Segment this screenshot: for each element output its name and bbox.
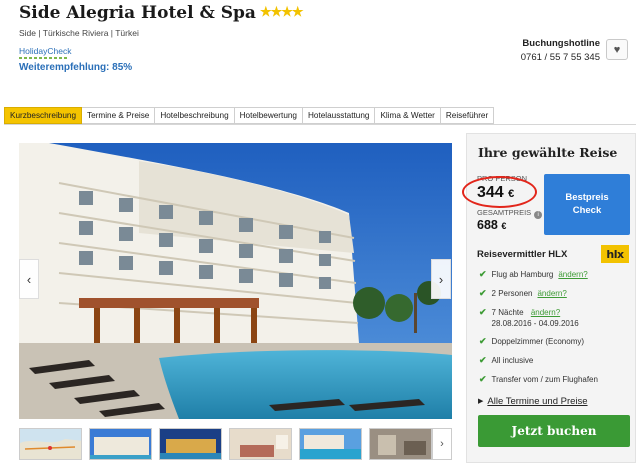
hotline-number: 0761 / 55 7 55 345 — [520, 52, 600, 63]
feature-transfer-text: Transfer vom / zum Flughafen — [491, 375, 598, 384]
feature-room-text: Doppelzimmer (Economy) — [491, 337, 585, 346]
feature-nights: ✔ 7 Nächte ändern? 28.08.2016 - 04.09.20… — [479, 307, 579, 329]
gallery-prev-button[interactable]: ‹ — [19, 259, 39, 299]
travel-agent-label: Reisevermittler HLX — [477, 249, 568, 260]
tab-reisefuehrer[interactable]: Reiseführer — [440, 107, 495, 124]
heart-icon: ♥ — [613, 43, 621, 56]
total-price-label-text: GESAMTPREIS — [477, 208, 532, 217]
best-price-check-button[interactable]: Bestpreis Check — [544, 174, 630, 235]
feature-persons: ✔ 2 Personen ändern? — [479, 288, 567, 299]
all-dates-link[interactable]: ▶ Alle Termine und Preise — [478, 396, 588, 407]
thumbnail-map[interactable] — [19, 428, 82, 460]
holidaycheck-logo: HolidayCheck — [19, 46, 71, 59]
travel-dates: 28.08.2016 - 04.09.2016 — [491, 319, 579, 328]
interior-thumbnail-image — [370, 429, 431, 459]
total-price-value: 688 — [477, 218, 498, 232]
total-price-currency: € — [501, 221, 507, 231]
checkmark-icon: ✔ — [479, 307, 487, 317]
trip-panel-title: Ihre gewählte Reise — [478, 145, 618, 160]
tab-bar: Kurzbeschreibung Termine & Preise Hotelb… — [4, 107, 495, 124]
hotel-location: Side | Türkische Riviera | Türkei — [19, 28, 139, 38]
tab-divider — [4, 124, 636, 125]
checkmark-icon: ✔ — [479, 374, 487, 384]
thumbnail-strip — [19, 428, 432, 460]
hotel-title: Side Alegria Hotel & Spa ★★★★ — [19, 3, 304, 23]
hotel-main-photo — [19, 143, 452, 419]
hlx-logo: hlx — [601, 245, 629, 263]
chevron-right-icon: › — [440, 438, 444, 450]
thumbnail-building[interactable] — [89, 428, 152, 460]
tab-hotelbewertung[interactable]: Hotelbewertung — [234, 107, 303, 124]
info-icon[interactable]: i — [534, 211, 543, 219]
change-flight-link[interactable]: ändern? — [558, 270, 587, 279]
feature-board-text: All inclusive — [491, 356, 534, 365]
thumbnail-room[interactable] — [229, 428, 292, 460]
tab-hotelausstattung[interactable]: Hotelausstattung — [302, 107, 376, 124]
price-highlight-circle — [462, 176, 537, 208]
feature-persons-text: 2 Personen — [491, 289, 533, 298]
star-rating-icon: ★★★★ — [259, 5, 304, 20]
thumbnail-pool[interactable] — [299, 428, 362, 460]
thumbnail-evening[interactable] — [159, 428, 222, 460]
thumbnails-next-button[interactable]: › — [432, 428, 452, 460]
tab-kurzbeschreibung[interactable]: Kurzbeschreibung — [4, 107, 82, 124]
chevron-left-icon: ‹ — [26, 271, 32, 287]
all-dates-link-text: Alle Termine und Preise — [487, 396, 588, 407]
total-price: 688 € — [477, 218, 506, 232]
favorite-heart-button[interactable]: ♥ — [606, 39, 628, 60]
building-thumbnail-image — [90, 429, 151, 459]
hotel-name: Side Alegria Hotel & Spa — [19, 3, 256, 23]
map-thumbnail-image — [20, 429, 81, 459]
hotline-label: Buchungshotline — [522, 38, 600, 49]
feature-room: ✔ Doppelzimmer (Economy) — [479, 336, 585, 347]
feature-board: ✔ All inclusive — [479, 355, 534, 366]
chevron-right-icon: › — [438, 271, 444, 287]
triangle-right-icon: ▶ — [478, 398, 484, 405]
checkmark-icon: ✔ — [479, 288, 487, 298]
hotel-photo-illustration — [19, 143, 452, 419]
thumbnail-interior[interactable] — [369, 428, 432, 460]
holidaycheck-logo-text: HolidayCheck — [19, 46, 72, 56]
tab-hotelbeschreibung[interactable]: Hotelbeschreibung — [155, 107, 235, 124]
pool-thumbnail-image — [300, 429, 361, 459]
change-nights-link[interactable]: ändern? — [531, 308, 560, 317]
evening-thumbnail-image — [160, 429, 221, 459]
feature-transfer: ✔ Transfer vom / zum Flughafen — [479, 374, 598, 385]
feature-flight-text: Flug ab Hamburg — [491, 270, 554, 279]
gallery-next-button[interactable]: › — [431, 259, 451, 299]
recommendation-rate: Weiterempfehlung: 85% — [19, 62, 133, 73]
change-persons-link[interactable]: ändern? — [537, 289, 566, 298]
tab-klima-wetter[interactable]: Klima & Wetter — [375, 107, 441, 124]
checkmark-icon: ✔ — [479, 355, 487, 365]
tab-termine-preise[interactable]: Termine & Preise — [82, 107, 156, 124]
feature-flight: ✔ Flug ab Hamburg ändern? — [479, 269, 588, 280]
checkmark-icon: ✔ — [479, 269, 487, 279]
holidaycheck-rating-dots — [19, 57, 67, 59]
book-now-button[interactable]: Jetzt buchen — [478, 415, 630, 447]
room-thumbnail-image — [230, 429, 291, 459]
checkmark-icon: ✔ — [479, 336, 487, 346]
feature-nights-text: 7 Nächte — [491, 308, 524, 317]
